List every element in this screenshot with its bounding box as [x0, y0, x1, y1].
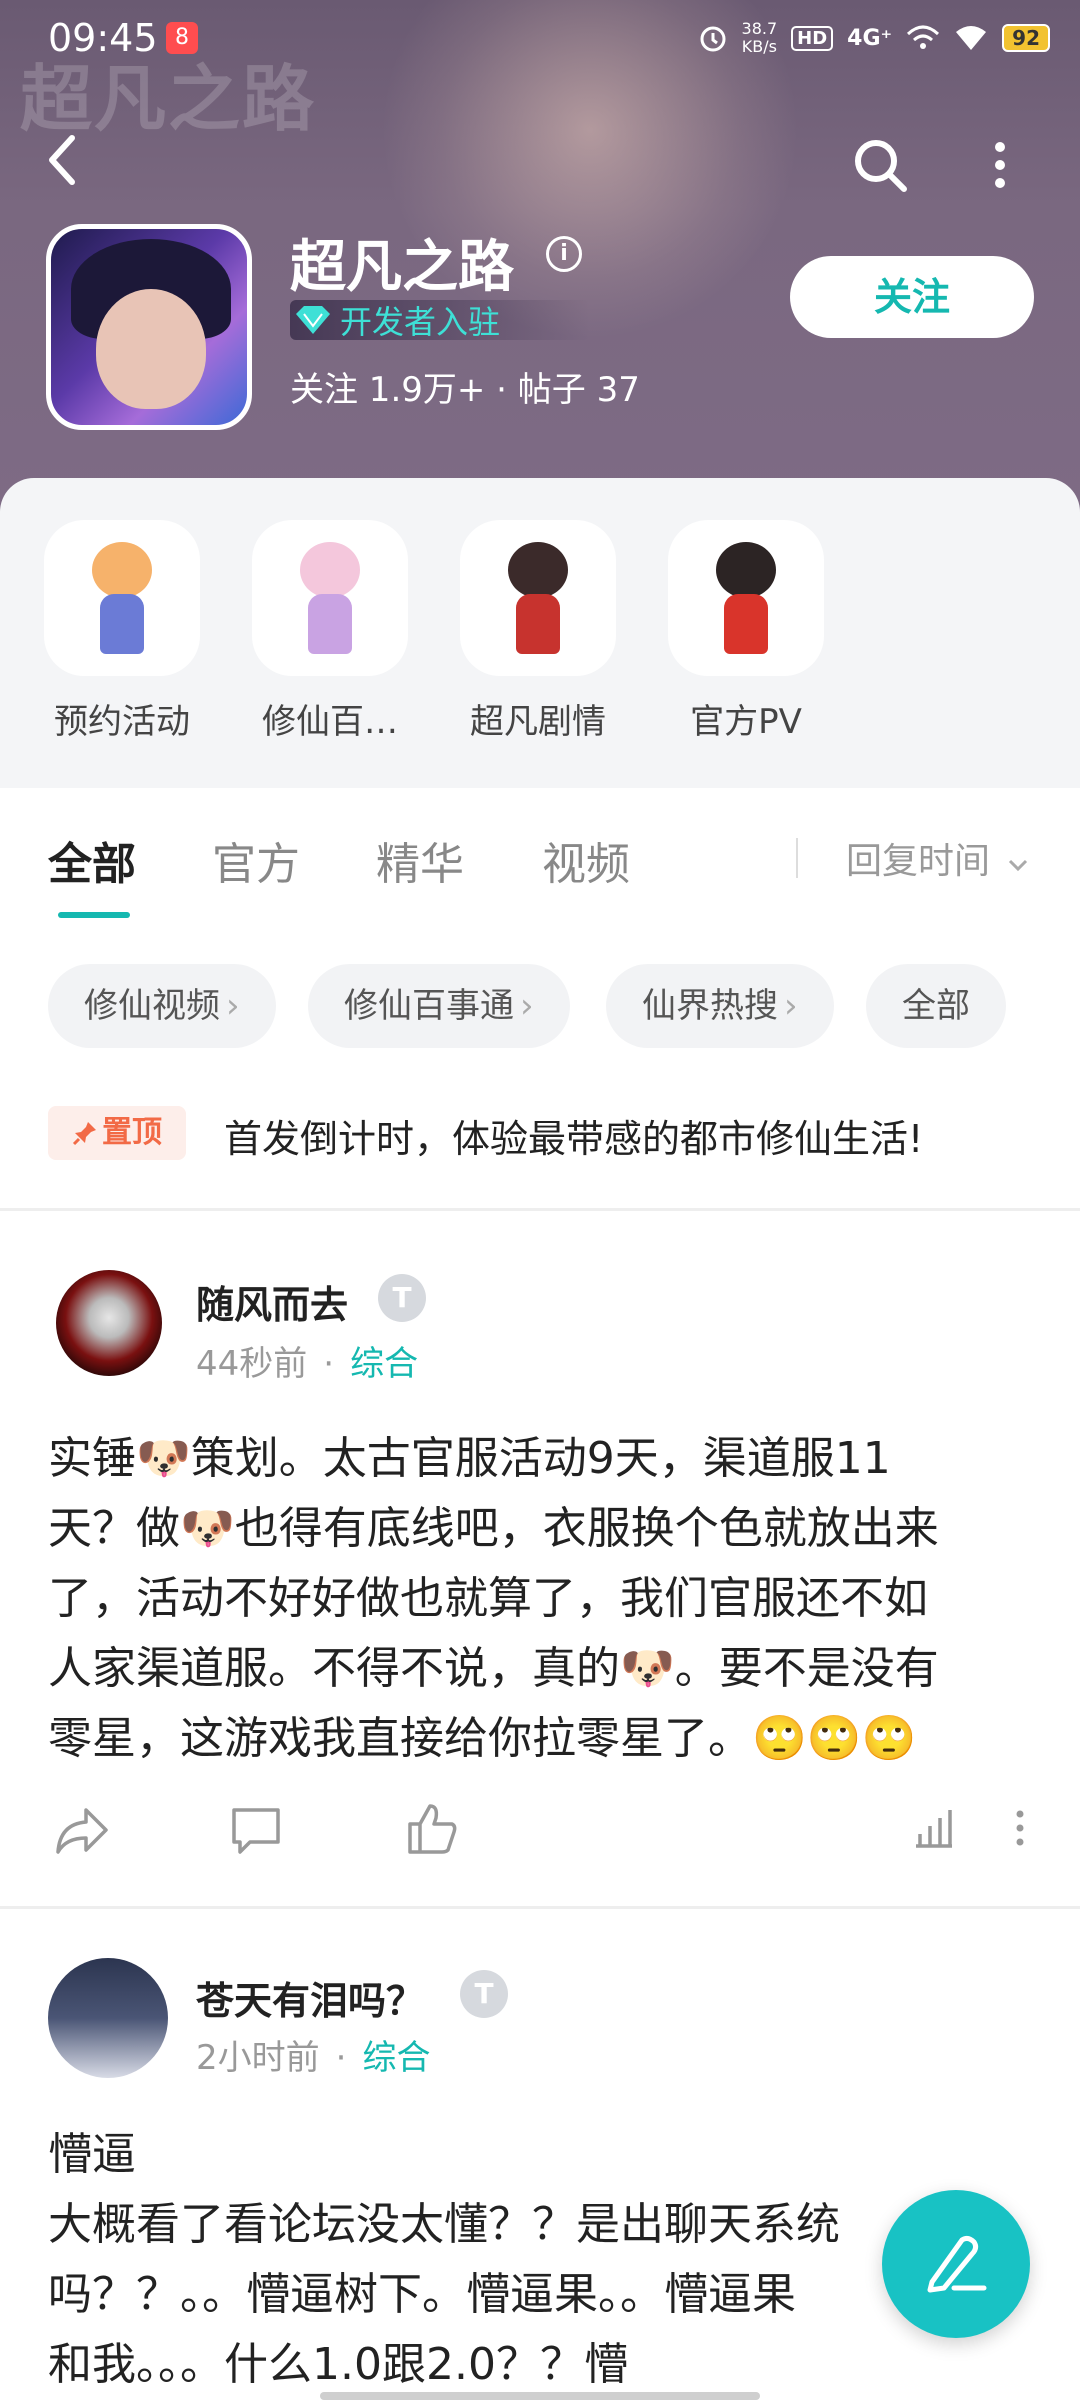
pinned-post[interactable]: 置顶 首发倒计时，体验最带感的都市修仙生活!	[0, 1100, 1080, 1210]
avatar[interactable]	[48, 1958, 168, 2078]
follower-post-stats: 关注 1.9万+ · 帖子 37	[290, 370, 640, 410]
sort-label: 回复时间	[846, 841, 991, 882]
chip-hot-search[interactable]: 仙界热搜 ›	[606, 964, 834, 1048]
post-category[interactable]: 综合	[362, 2038, 430, 2078]
chip-encyclopedia[interactable]: 修仙百事通 ›	[308, 964, 570, 1048]
pinned-title: 首发倒计时，体验最带感的都市修仙生活!	[224, 1117, 924, 1161]
follow-button[interactable]: 关注	[790, 256, 1034, 338]
category-item-encyclopedia[interactable]: 修仙百…	[250, 520, 410, 743]
feed-tabs: 全部 官方 精华 视频 回复时间	[0, 788, 1080, 928]
chevron-right-icon: ›	[226, 986, 240, 1026]
post-username[interactable]: 随风而去	[196, 1274, 348, 1329]
post-meta: 44秒前 · 综合	[196, 1344, 419, 1384]
chevron-down-icon	[1009, 859, 1028, 872]
info-icon[interactable]: i	[546, 236, 582, 272]
post-time: 44秒前	[196, 1344, 308, 1384]
tab-featured[interactable]: 精华	[376, 828, 464, 892]
category-label: 预约活动	[54, 702, 190, 742]
category-item-story[interactable]: 超凡剧情	[458, 520, 618, 743]
game-title: 超凡之路	[290, 235, 514, 300]
post-time: 2小时前	[196, 2038, 320, 2078]
status-icons: 38.7 KB/s HD 4G⁺ 92	[698, 20, 1050, 56]
developer-badge-label: 开发者入驻	[340, 303, 501, 341]
tab-official[interactable]: 官方	[212, 828, 300, 892]
sort-dropdown[interactable]: 回复时间	[846, 832, 1029, 884]
more-vertical-icon[interactable]	[1010, 1808, 1030, 1848]
chibi-girl-twintails-icon	[668, 520, 824, 676]
developer-badge[interactable]: 开发者入驻	[290, 300, 590, 341]
alarm-icon	[700, 26, 726, 52]
category-label: 超凡剧情	[470, 702, 606, 742]
compose-post-button[interactable]	[882, 2190, 1030, 2338]
network-speed: 38.7 KB/s	[741, 19, 778, 56]
game-app-icon	[46, 224, 252, 430]
wifi-icon	[956, 26, 987, 50]
section-divider	[0, 1208, 1080, 1211]
chibi-girl-orange-icon	[44, 520, 200, 676]
tab-all[interactable]: 全部	[48, 828, 136, 892]
chibi-girl-red-icon	[460, 520, 616, 676]
pin-icon	[72, 1122, 96, 1146]
chip-cultivation-video[interactable]: 修仙视频 ›	[48, 964, 276, 1048]
comment-icon[interactable]	[228, 1802, 284, 1858]
category-item-pv[interactable]: 官方PV	[666, 520, 826, 743]
more-vertical-icon[interactable]	[985, 135, 1015, 195]
post-card[interactable]: 随风而去 T 44秒前 · 综合 实锤🐶策划。太古官服活动9天，渠道服11 天？做🐶…	[0, 1240, 1080, 1900]
hd-icon: HD	[791, 25, 834, 51]
back-arrow-icon[interactable]	[40, 130, 90, 190]
home-indicator	[320, 2392, 760, 2400]
post-content: 实锤🐶策划。太古官服活动9天，渠道服11 天？做🐶也得有底线吧，衣服换个色就放出…	[48, 1433, 939, 1764]
chibi-girl-pink-icon	[252, 520, 408, 676]
hotspot-icon	[907, 25, 940, 49]
post-meta: 2小时前 · 综合	[196, 2038, 431, 2078]
status-bar: 09:45 8 38.7 KB/s HD 4G⁺ 92	[0, 0, 1080, 84]
tab-video[interactable]: 视频	[542, 828, 630, 892]
category-label: 官方PV	[690, 702, 802, 742]
share-icon[interactable]	[52, 1802, 112, 1858]
notification-app-icon: 8	[166, 22, 198, 54]
post-username[interactable]: 苍天有泪吗？	[196, 1970, 424, 2025]
tab-divider	[796, 838, 798, 878]
icon-character-face	[96, 289, 206, 409]
pinned-tag: 置顶	[48, 1106, 186, 1160]
stats-icon[interactable]	[912, 1806, 956, 1850]
status-time: 09:45	[48, 16, 158, 60]
diamond-icon	[296, 306, 330, 334]
user-level-icon: T	[378, 1274, 426, 1322]
user-level-icon: T	[460, 1970, 508, 2018]
like-icon[interactable]	[404, 1800, 460, 1858]
chip-all[interactable]: 全部	[866, 964, 1006, 1048]
avatar[interactable]	[56, 1270, 162, 1376]
pencil-icon	[927, 2235, 987, 2293]
chevron-right-icon: ›	[784, 986, 798, 1026]
active-tab-indicator	[58, 912, 130, 918]
signal-icon: 4G⁺	[847, 25, 893, 51]
section-divider	[0, 1906, 1080, 1909]
post-category[interactable]: 综合	[350, 1344, 418, 1384]
topic-chips: 修仙视频 › 修仙百事通 › 仙界热搜 › 全部	[0, 964, 1080, 1054]
chevron-right-icon: ›	[520, 986, 534, 1026]
battery-icon: 92	[1002, 24, 1050, 52]
category-label: 修仙百…	[262, 702, 398, 742]
search-icon[interactable]	[850, 135, 910, 195]
post-actions	[0, 1798, 1080, 1868]
category-item-reservation[interactable]: 预约活动	[42, 520, 202, 743]
post-card[interactable]: 苍天有泪吗？ T 2小时前 · 综合 懵逼 大概看了看论坛没太懂？？是出聊天系统 吗…	[0, 1930, 1080, 2408]
